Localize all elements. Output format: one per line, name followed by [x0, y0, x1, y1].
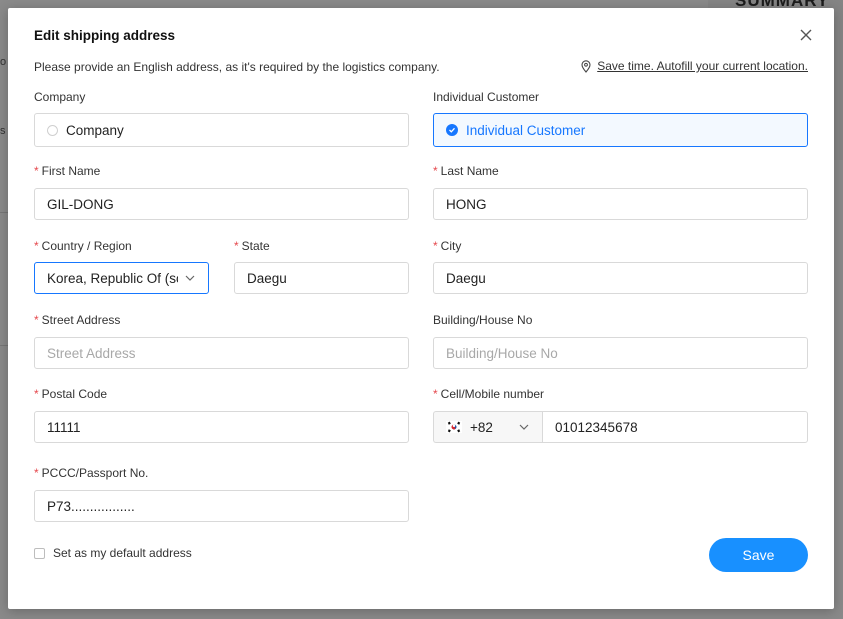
checkbox-unchecked-icon — [34, 547, 45, 559]
individual-customer-header: Individual Customer — [433, 90, 540, 104]
radio-checked-icon — [446, 124, 458, 136]
postal-code-input[interactable]: 11111 — [34, 411, 409, 443]
close-icon[interactable] — [798, 27, 814, 43]
building-house-no-label: Building/House No — [433, 313, 533, 327]
company-radio-option[interactable]: Company — [34, 113, 409, 147]
modal-title: Edit shipping address — [34, 28, 176, 43]
passport-no-label: * PCCC/Passport No. — [34, 466, 149, 480]
background-text-fragment: s — [0, 125, 6, 137]
company-header: Company — [34, 90, 86, 104]
postal-code-label: * Postal Code — [34, 387, 108, 401]
phone-country-code-select[interactable]: +82 — [433, 411, 542, 443]
state-input[interactable]: Daegu — [234, 262, 409, 294]
mobile-number-label: * Cell/Mobile number — [433, 387, 545, 401]
country-region-select[interactable]: Korea, Republic Of (south Korea) — [34, 262, 209, 294]
city-label: * City — [433, 239, 462, 253]
background-divider — [0, 345, 8, 346]
radio-unchecked-icon — [47, 124, 58, 136]
save-button[interactable]: Save — [709, 538, 808, 572]
building-house-no-input[interactable]: Building/House No — [433, 337, 808, 369]
city-input[interactable]: Daegu — [433, 262, 808, 294]
background-divider — [0, 212, 8, 213]
last-name-label: * Last Name — [433, 164, 499, 178]
south-korea-flag-icon — [446, 421, 462, 433]
mobile-number-input[interactable]: 01012345678 — [542, 411, 808, 443]
company-option-label: Company — [66, 122, 124, 138]
first-name-input[interactable]: GIL-DONG — [34, 188, 409, 220]
english-address-notice: Please provide an English address, as it… — [34, 60, 440, 74]
edit-address-modal: Edit shipping address Please provide an … — [8, 8, 834, 609]
last-name-input[interactable]: HONG — [433, 188, 808, 220]
phone-country-code: +82 — [470, 419, 493, 435]
individual-customer-radio-option[interactable]: Individual Customer — [433, 113, 808, 147]
country-region-label: * Country / Region — [34, 239, 132, 253]
state-label: * State — [234, 239, 270, 253]
first-name-label: * First Name — [34, 164, 101, 178]
autofill-location-link[interactable]: Save time. Autofill your current locatio… — [581, 59, 808, 73]
background-text-fragment: o — [0, 56, 7, 68]
street-address-input[interactable]: Street Address — [34, 337, 409, 369]
autofill-link-text: Save time. Autofill your current locatio… — [597, 59, 808, 73]
passport-no-input[interactable]: P73................. — [34, 490, 409, 522]
individual-option-label: Individual Customer — [466, 122, 586, 138]
chevron-down-icon — [185, 275, 195, 281]
country-selected-value: Korea, Republic Of (south Korea) — [47, 270, 178, 286]
chevron-down-icon — [519, 424, 529, 430]
default-address-label: Set as my default address — [53, 546, 192, 560]
default-address-checkbox[interactable]: Set as my default address — [34, 546, 192, 560]
location-pin-icon — [581, 59, 591, 73]
street-address-label: * Street Address — [34, 313, 121, 327]
